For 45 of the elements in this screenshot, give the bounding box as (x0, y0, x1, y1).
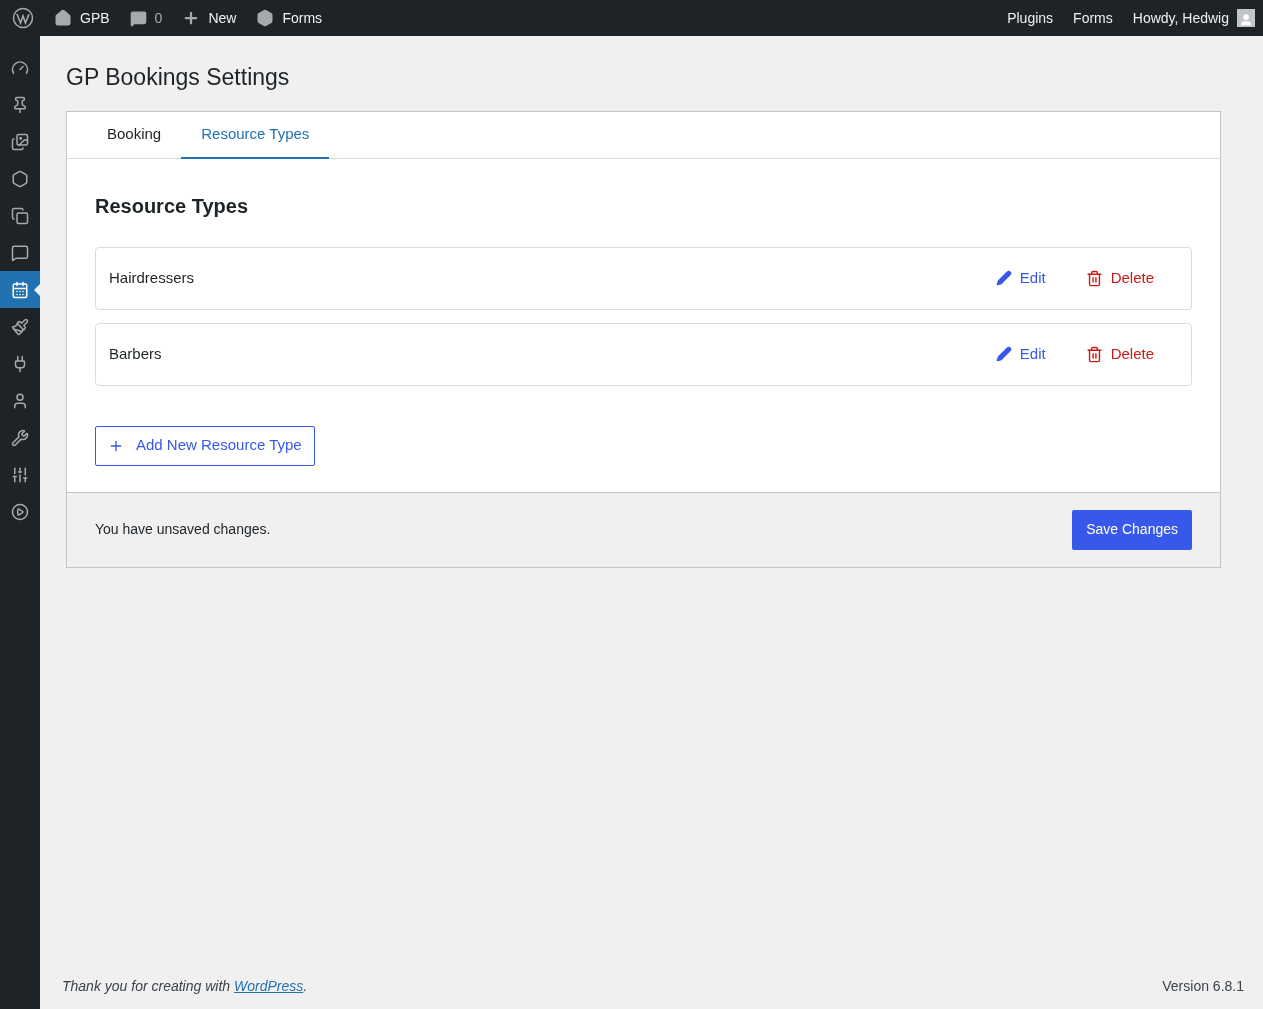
speech-bubble-icon (11, 243, 29, 262)
wordpress-logo-icon[interactable] (12, 7, 34, 29)
tab[interactable]: Resource Types (181, 111, 330, 159)
pin-icon (11, 95, 29, 114)
pages-icon (11, 206, 29, 225)
page-title: GP Bookings Settings (66, 63, 290, 92)
howdy-link[interactable]: Howdy, Hedwig (1132, 7, 1229, 29)
new-link[interactable]: New (208, 7, 237, 29)
site-link[interactable]: GPB (80, 7, 110, 29)
calendar-icon (11, 280, 29, 299)
unsaved-changes-notice: You have unsaved changes. (95, 520, 271, 539)
footer-thanks: Thank you for creating with WordPress. (62, 977, 308, 996)
home-icon (54, 9, 72, 27)
trash-icon (1085, 345, 1103, 363)
paintbrush-icon (11, 317, 29, 336)
media-icon (11, 132, 29, 151)
play-icon (11, 502, 29, 521)
hexagon-icon (11, 169, 29, 188)
hexagon-icon (256, 9, 275, 27)
edit-button[interactable]: Edit (987, 342, 1054, 366)
admin-bar-link[interactable]: Plugins (1007, 7, 1054, 29)
wrench-icon (11, 428, 29, 447)
dashboard-gauge-icon (11, 58, 29, 77)
delete-button[interactable]: Delete (1077, 266, 1162, 290)
user-icon (11, 391, 29, 410)
version-text: Version 6.8.1 (1162, 977, 1244, 996)
comment-icon (129, 9, 147, 27)
save-changes-button[interactable]: Save Changes (1072, 509, 1192, 550)
add-resource-type-button[interactable]: Add New Resource Type (95, 425, 315, 466)
resource-type-name: Barbers (109, 343, 162, 364)
sliders-icon (11, 465, 29, 484)
admin-bar-link[interactable]: Forms (1073, 7, 1113, 29)
edit-button[interactable]: Edit (987, 266, 1054, 290)
avatar-silhouette (1237, 9, 1255, 27)
tab[interactable]: Booking (87, 111, 182, 159)
sidebar-item[interactable] (0, 271, 40, 308)
current-arrow-icon (34, 283, 40, 296)
trash-icon (1085, 269, 1103, 287)
pencil-icon (995, 346, 1012, 362)
delete-button[interactable]: Delete (1077, 342, 1162, 366)
pencil-icon (995, 270, 1012, 286)
comment-count[interactable]: 0 (154, 7, 163, 29)
resource-type-name: Hairdressers (109, 267, 195, 288)
forms-link[interactable]: Forms (282, 7, 323, 29)
section-title: Resource Types (95, 193, 250, 219)
